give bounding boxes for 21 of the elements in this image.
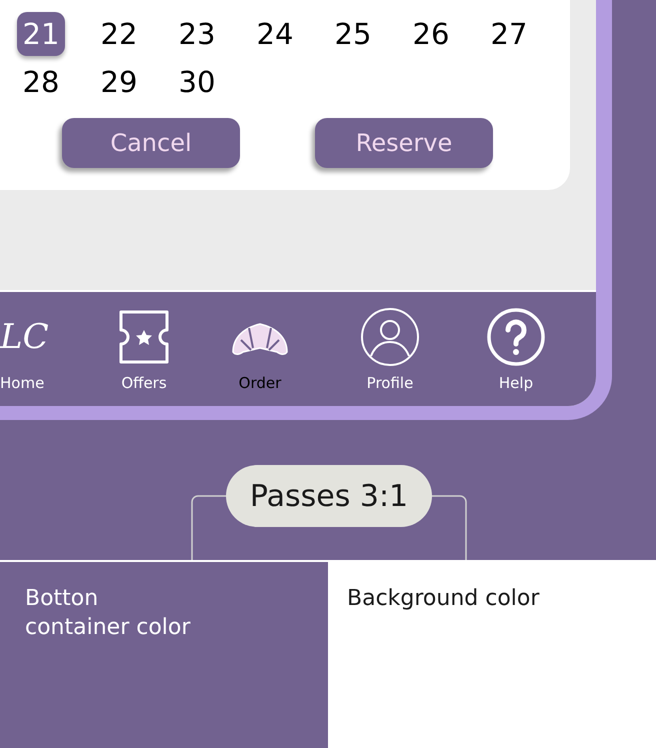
reserve-button[interactable]: Reserve (315, 118, 493, 168)
calendar-day[interactable]: 30 (172, 60, 222, 104)
calendar-day[interactable]: 21 (16, 12, 66, 56)
nav-item[interactable]: Help (468, 306, 564, 392)
calendar-day[interactable]: 22 (94, 12, 144, 56)
calendar-day[interactable]: 27 (484, 12, 534, 56)
contrast-badge: Passes 3:1 (226, 465, 432, 527)
nav-item[interactable]: Order (208, 306, 312, 392)
nav-item[interactable]: Offers (80, 306, 208, 392)
cancel-button[interactable]: Cancel (62, 118, 240, 168)
calendar-day[interactable]: 25 (328, 12, 378, 56)
calendar-day[interactable]: 23 (172, 12, 222, 56)
nav-item[interactable]: Profile (312, 306, 468, 392)
calendar-day[interactable]: 24 (250, 12, 300, 56)
help-icon (485, 306, 547, 368)
profile-icon (359, 306, 421, 368)
calendar-day[interactable]: 26 (406, 12, 456, 56)
swatch-label: Botton container color (25, 585, 190, 642)
swatch-label: Background color (347, 585, 540, 613)
calendar-day[interactable]: 29 (94, 60, 144, 104)
calendar-day[interactable]: 28 (16, 60, 66, 104)
